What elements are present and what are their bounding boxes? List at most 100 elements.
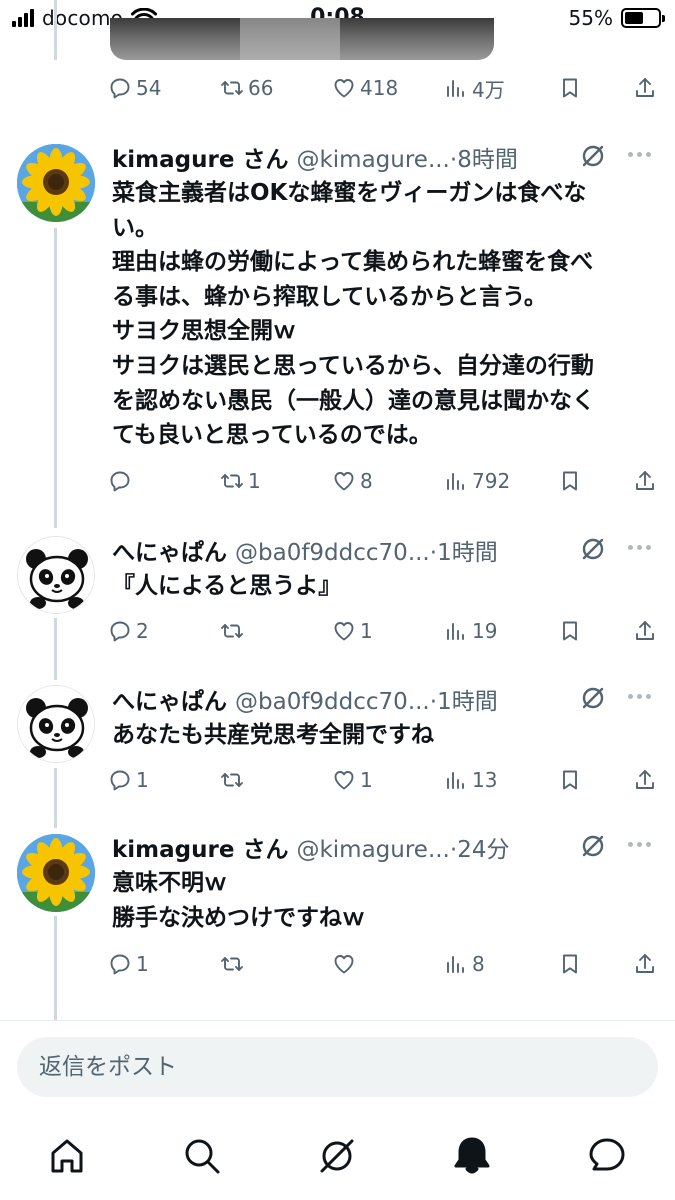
reply-count: 1 [136,952,149,976]
repost-icon [221,624,243,638]
grok-icon[interactable] [579,684,607,712]
tab-home[interactable] [45,1134,89,1178]
like-button[interactable]: 1 [332,760,373,800]
bookmark-button[interactable] [558,461,582,501]
views-button[interactable]: 13 [444,760,497,800]
timestamp[interactable]: 1時間 [437,682,498,716]
repost-icon [221,474,243,488]
share-icon [636,471,654,490]
bookmark-button[interactable] [558,760,582,800]
views-icon [447,623,464,640]
bookmark-button[interactable] [558,611,582,651]
more-options-icon[interactable] [628,694,651,699]
tweet-text: 菜食主義者はOKな蜂蜜をヴィーガンは食べな い。 理由は蜂の労働によって集められ… [112,176,657,453]
reply-button[interactable]: 54 [108,68,161,108]
views-icon [447,473,464,490]
reply-composer[interactable] [17,1037,658,1097]
reply-button[interactable]: 1 [108,760,149,800]
tweet-text-line: る事は、蜂から搾取しているからと言う。 [112,283,547,310]
timestamp[interactable]: 24分 [457,830,509,864]
like-button[interactable] [332,944,360,984]
share-icon [636,621,654,640]
embedded-media-image[interactable] [110,18,494,60]
display-name[interactable]: へにゃぱん [112,533,227,567]
display-name[interactable]: kimagure さん [112,830,288,864]
tweet-text-line: あなたも共産党思考全開ですね [112,722,434,748]
repost-button[interactable] [220,760,248,800]
views-icon [447,956,464,973]
tweet-text: 意味不明ｗ 勝手な決めつけですねｗ [112,866,657,935]
reply-count: 1 [136,768,149,792]
sunflower-avatar-image [17,834,95,912]
views-button[interactable]: 8 [444,944,485,984]
share-button[interactable] [633,944,657,984]
avatar[interactable] [17,144,95,222]
like-count: 1 [360,619,373,643]
repost-count: 66 [248,76,274,100]
reply-button[interactable]: 1 [108,944,149,984]
user-handle[interactable]: @ba0f9ddcc70... [235,540,430,566]
reply-icon [110,78,130,99]
tab-grok[interactable] [315,1134,359,1178]
tweet-actions: 2 1 19 [108,611,660,651]
tab-messages[interactable] [585,1134,629,1178]
user-handle[interactable]: @kimagure... [296,147,449,173]
avatar[interactable] [17,536,95,614]
avatar[interactable] [17,834,95,912]
bookmark-button[interactable] [558,68,582,108]
timestamp[interactable]: 8時間 [457,140,518,174]
bookmark-icon [563,471,577,491]
display-name[interactable]: へにゃぱん [112,682,227,716]
views-button[interactable]: 792 [444,461,510,501]
reply-icon [110,954,130,975]
tab-search[interactable] [180,1134,224,1178]
avatar[interactable] [17,685,95,763]
bookmark-icon [563,954,577,974]
timestamp[interactable]: 1時間 [437,533,498,567]
share-button[interactable] [633,611,657,651]
like-button[interactable]: 418 [332,68,398,108]
thread-line [54,228,57,528]
tweet-text-line: ても良いと思っているのでは。 [112,422,432,449]
user-handle[interactable]: @kimagure... [296,837,449,863]
tweet-actions: 1 8 [108,944,660,984]
display-name[interactable]: kimagure さん [112,140,288,174]
repost-button[interactable]: 66 [220,68,273,108]
bookmark-button[interactable] [558,944,582,984]
sunflower-avatar-image [17,144,95,222]
views-count: 8 [472,952,485,976]
tab-notifications[interactable] [450,1134,494,1178]
share-button[interactable] [633,461,657,501]
views-button[interactable]: 19 [444,611,497,651]
separator-dot: · [429,689,438,715]
status-right: 55% [569,6,665,30]
more-options-icon[interactable] [628,842,651,847]
like-button[interactable]: 8 [332,461,373,501]
views-button[interactable]: 4万 [444,68,505,108]
tweet-text-line: 『人によると思うよ』 [112,573,342,599]
share-button[interactable] [633,760,657,800]
heart-icon [334,472,354,491]
grok-icon[interactable] [579,832,607,860]
reply-button[interactable] [108,461,136,501]
share-button[interactable] [633,68,657,108]
thread-line [54,916,57,1020]
share-icon [636,78,654,97]
repost-button[interactable]: 1 [220,461,261,501]
battery-fill [625,12,643,24]
more-options-icon[interactable] [628,152,651,157]
repost-button[interactable] [220,611,248,651]
grok-icon[interactable] [579,535,607,563]
reply-button[interactable]: 2 [108,611,149,651]
panda-avatar-image [18,537,94,613]
grok-icon[interactable] [579,142,607,170]
bookmark-icon [563,621,577,641]
more-options-icon[interactable] [628,545,651,550]
grok-icon [320,1139,354,1173]
repost-button[interactable] [220,944,248,984]
user-handle[interactable]: @ba0f9ddcc70... [235,689,430,715]
reply-input[interactable] [39,1037,639,1097]
like-button[interactable]: 1 [332,611,373,651]
reply-icon [110,770,130,791]
repost-icon [221,81,243,95]
